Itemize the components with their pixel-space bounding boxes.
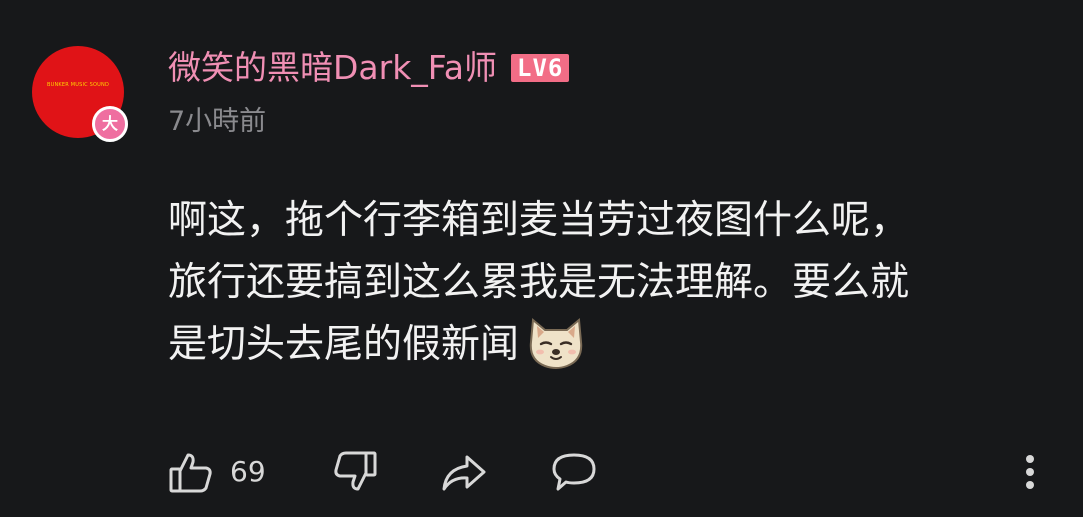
share-arrow-icon: [440, 449, 488, 495]
comment-body: 啊这，拖个行李箱到麦当劳过夜图什么呢， 旅行还要搞到这么累我是无法理解。要么就 …: [168, 190, 1058, 376]
more-options-button[interactable]: [1020, 446, 1040, 498]
thumbs-down-icon: [332, 449, 378, 495]
comment-line-2: 旅行还要搞到这么累我是无法理解。要么就: [168, 260, 910, 305]
level-badge: LV6: [511, 54, 570, 82]
timestamp: 7小時前: [168, 106, 267, 137]
comment-line-3-text: 是切头去尾的假新闻: [168, 322, 520, 367]
comment-line-1: 啊这，拖个行李箱到麦当劳过夜图什么呢，: [168, 198, 910, 243]
username[interactable]: 微笑的黑暗Dark_Fa师: [168, 46, 497, 90]
comment-item: BUNKER MUSIC SOUND 大 微笑的黑暗Dark_Fa师 LV6 7…: [0, 0, 1083, 517]
like-count: 69: [230, 455, 266, 488]
speech-bubble-icon: [550, 449, 598, 495]
vertical-ellipsis-icon: [1020, 449, 1040, 495]
avatar-badge: 大: [92, 106, 128, 142]
dislike-button[interactable]: [332, 446, 378, 498]
avatar-logo-text: BUNKER MUSIC SOUND: [47, 82, 109, 88]
thumbs-up-icon: [168, 449, 214, 495]
comment-line-3: 是切头去尾的假新闻: [168, 314, 1058, 376]
avatar[interactable]: BUNKER MUSIC SOUND 大: [32, 46, 128, 142]
like-button[interactable]: 69: [168, 446, 266, 498]
shiba-dog-emoji-icon: [527, 316, 585, 370]
comment-actions: 69: [168, 446, 1058, 498]
reply-button[interactable]: [550, 446, 598, 498]
share-button[interactable]: [440, 446, 488, 498]
username-row: 微笑的黑暗Dark_Fa师 LV6: [168, 46, 570, 90]
